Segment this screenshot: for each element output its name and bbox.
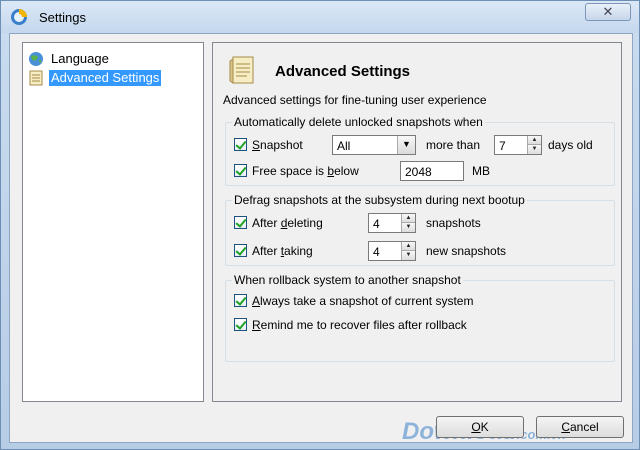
new-snapshots-label: new snapshots (426, 244, 507, 258)
title-bar: Settings ✕ (1, 1, 639, 33)
after-deleting-row: After deleting 4 ▲ ▼ snapshots (234, 213, 614, 233)
dropdown-value: All (337, 139, 351, 153)
spinner-arrows: ▲ ▼ (527, 136, 541, 154)
spin-down-icon[interactable]: ▼ (402, 223, 415, 232)
group-legend: Automatically delete unlocked snapshots … (232, 115, 485, 129)
settings-window: Settings ✕ Language Advanced Settings Ad… (0, 0, 640, 450)
chevron-down-icon[interactable]: ▼ (397, 136, 415, 154)
close-button[interactable]: ✕ (585, 3, 631, 21)
globe-icon (29, 52, 43, 66)
page-description: Advanced settings for fine-tuning user e… (223, 93, 487, 107)
ok-button[interactable]: OK (436, 416, 524, 438)
snapshot-checkbox[interactable] (234, 138, 247, 151)
spin-up-icon[interactable]: ▲ (528, 136, 541, 145)
after-deleting-spinner[interactable]: 4 ▲ ▼ (368, 213, 416, 233)
free-space-row: Free space is below 2048 MB (234, 161, 614, 181)
free-space-value: 2048 (405, 165, 432, 179)
group-legend: When rollback system to another snapshot (232, 273, 463, 287)
nav-item-label: Language (51, 51, 109, 66)
window-title: Settings (39, 10, 86, 25)
after-taking-label: After taking (252, 244, 313, 258)
page-icon (29, 70, 43, 86)
spinner-value: 4 (373, 245, 380, 259)
more-than-label: more than (426, 138, 481, 152)
rollback-group: When rollback system to another snapshot… (225, 273, 615, 362)
settings-panel: Advanced Settings Advanced settings for … (212, 42, 622, 402)
days-old-label: days old (548, 138, 593, 152)
free-space-input[interactable]: 2048 (400, 161, 464, 181)
free-space-checkbox[interactable] (234, 164, 247, 177)
after-taking-spinner[interactable]: 4 ▲ ▼ (368, 241, 416, 261)
always-snapshot-row: Always take a snapshot of current system (234, 293, 614, 309)
always-snapshot-label: Always take a snapshot of current system (252, 294, 474, 308)
settings-nav-tree: Language Advanced Settings (22, 42, 204, 402)
after-taking-row: After taking 4 ▲ ▼ new snapshots (234, 241, 614, 261)
page-title: Advanced Settings (275, 63, 411, 80)
nav-item-label: Advanced Settings (49, 70, 162, 86)
remind-recover-checkbox[interactable] (234, 318, 247, 331)
snapshots-label: snapshots (426, 216, 481, 230)
snapshot-type-dropdown[interactable]: All ▼ (332, 135, 416, 155)
spinner-value: 7 (499, 139, 506, 153)
days-spinner[interactable]: 7 ▲ ▼ (494, 135, 542, 155)
dialog-body: Language Advanced Settings Advanced Sett… (9, 33, 633, 445)
auto-delete-group: Automatically delete unlocked snapshots … (225, 115, 615, 186)
snapshot-label: Snapshot (252, 138, 303, 152)
always-snapshot-checkbox[interactable] (234, 294, 247, 307)
spin-up-icon[interactable]: ▲ (402, 242, 415, 251)
remind-recover-row: Remind me to recover files after rollbac… (234, 317, 614, 333)
spin-down-icon[interactable]: ▼ (402, 251, 415, 260)
close-icon: ✕ (602, 4, 614, 19)
spinner-arrows: ▲ ▼ (401, 242, 415, 260)
app-logo-icon (11, 9, 27, 25)
spin-up-icon[interactable]: ▲ (402, 214, 415, 223)
free-space-label: Free space is below (252, 164, 359, 178)
unit-label: MB (472, 164, 490, 178)
document-icon (229, 56, 254, 84)
spinner-arrows: ▲ ▼ (401, 214, 415, 232)
spin-down-icon[interactable]: ▼ (528, 145, 541, 154)
snapshot-row: Snapshot All ▼ more than 7 ▲ ▼ days old (234, 135, 614, 155)
defrag-group: Defrag snapshots at the subsystem during… (225, 193, 615, 266)
group-legend: Defrag snapshots at the subsystem during… (232, 193, 527, 207)
spinner-value: 4 (373, 217, 380, 231)
remind-recover-label: Remind me to recover files after rollbac… (252, 318, 467, 332)
cancel-button[interactable]: Cancel (536, 416, 624, 438)
after-deleting-label: After deleting (252, 216, 323, 230)
after-taking-checkbox[interactable] (234, 244, 247, 257)
after-deleting-checkbox[interactable] (234, 216, 247, 229)
